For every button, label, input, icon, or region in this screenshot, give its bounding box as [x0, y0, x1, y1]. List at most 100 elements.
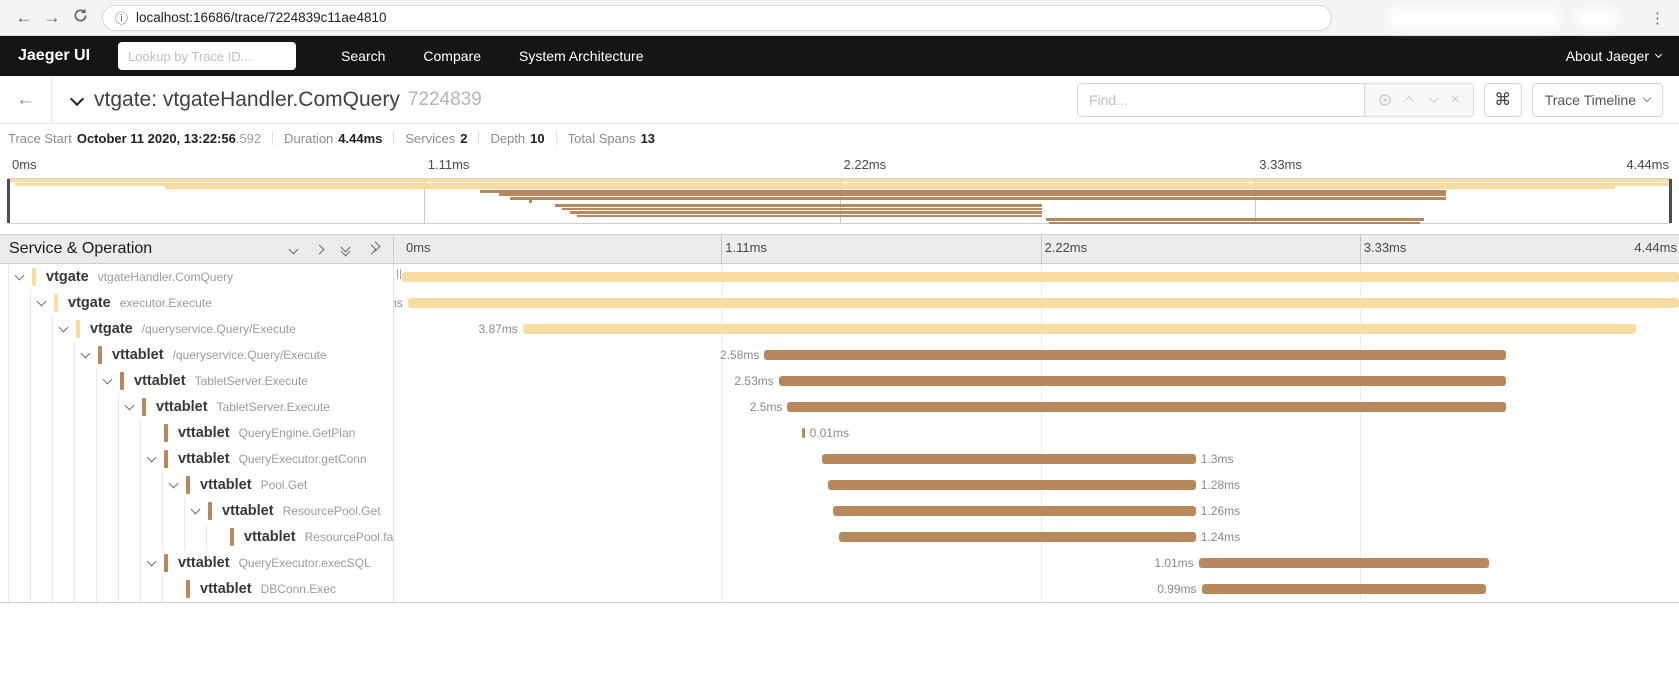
- span-duration-bar[interactable]: [1202, 584, 1487, 594]
- browser-forward-icon[interactable]: →: [38, 8, 66, 28]
- minimap-left-scrubber-handle[interactable]: [7, 179, 10, 223]
- collapse-span-chevron-icon[interactable]: [118, 394, 140, 420]
- span-bar-cell[interactable]: 2.58ms: [394, 342, 1679, 368]
- span-name-cell[interactable]: vttabletDBConn.Exec: [0, 576, 394, 602]
- span-bar-cell[interactable]: 1.01ms: [394, 550, 1679, 576]
- span-duration-bar[interactable]: [408, 298, 1679, 308]
- span-duration-bar[interactable]: [402, 272, 1679, 282]
- collapse-span-chevron-icon[interactable]: [8, 264, 30, 290]
- timeline-tick: 4.44ms: [1634, 240, 1677, 255]
- collapse-span-chevron-icon[interactable]: [74, 342, 96, 368]
- span-rows: vtgatevtgateHandler.ComQueryvtgateexecut…: [0, 264, 1679, 602]
- collapse-span-chevron-icon[interactable]: [30, 290, 52, 316]
- span-name-cell[interactable]: vtgateexecutor.Execute: [0, 290, 394, 316]
- span-name-cell[interactable]: vtgatevtgateHandler.ComQuery: [0, 264, 394, 290]
- expand-one-icon[interactable]: [316, 246, 323, 253]
- span-name-cell[interactable]: vttabletQueryExecutor.getConn: [0, 446, 394, 472]
- span-service-name: vttablet: [200, 581, 252, 597]
- collapse-span-chevron-icon[interactable]: [140, 550, 162, 576]
- url-bar[interactable]: ⓘ localhost:16686/trace/7224839c11ae4810: [102, 5, 1332, 31]
- span-bar-cell[interactable]: 2.5ms: [394, 394, 1679, 420]
- collapse-span-chevron-icon[interactable]: [52, 316, 74, 342]
- url-text[interactable]: localhost:16686/trace/7224839c11ae4810: [136, 10, 386, 25]
- indent-guide: [30, 394, 52, 420]
- browser-menu-icon[interactable]: ⋮: [1650, 9, 1665, 27]
- span-bar-cell[interactable]: 2.53ms: [394, 368, 1679, 394]
- indent-guide: [140, 472, 162, 498]
- span-bar-cell[interactable]: 0.01ms: [394, 420, 1679, 446]
- span-operation-name: TabletServer.Execute: [217, 400, 330, 414]
- span-row: vttablet/queryservice.Query/Execute2.58m…: [0, 342, 1679, 368]
- span-name-cell[interactable]: vttablet TabletServer.Execute: [0, 394, 394, 420]
- ruler-tick: 1.11ms: [424, 157, 470, 175]
- find-next-icon[interactable]: [1429, 93, 1439, 103]
- find-prev-icon[interactable]: [1404, 96, 1414, 106]
- span-bar-cell[interactable]: 0.99ms: [394, 576, 1679, 602]
- span-name-cell[interactable]: vttabletPool.Get: [0, 472, 394, 498]
- column-resizer-grip[interactable]: [397, 269, 401, 279]
- span-duration-label: 3.87ms: [478, 316, 522, 342]
- span-duration-bar[interactable]: [523, 324, 1636, 334]
- span-name-cell[interactable]: vttablet/queryservice.Query/Execute: [0, 342, 394, 368]
- span-bar-cell[interactable]: 3.87ms: [394, 316, 1679, 342]
- collapse-all-icon[interactable]: [342, 244, 349, 255]
- indent-guide: [52, 524, 74, 550]
- span-duration-bar[interactable]: [833, 506, 1195, 516]
- keyboard-shortcuts-button[interactable]: ⌘: [1484, 83, 1522, 117]
- span-bar-cell[interactable]: 1.24ms: [394, 524, 1679, 550]
- timeline-tick: 3.33ms: [1360, 240, 1407, 255]
- span-duration-bar[interactable]: [828, 480, 1196, 490]
- span-name-cell[interactable]: vttabletQueryEngine.GetPlan: [0, 420, 394, 446]
- collapse-span-chevron-icon[interactable]: [96, 368, 118, 394]
- find-clear-icon[interactable]: ×: [1451, 91, 1460, 108]
- view-mode-dropdown[interactable]: Trace Timeline: [1532, 83, 1663, 117]
- collapse-trace-chevron-icon[interactable]: [72, 91, 82, 109]
- summary-duration: Duration 4.44ms: [284, 131, 382, 146]
- span-duration-bar[interactable]: [822, 454, 1196, 464]
- content-end-divider: [0, 602, 1679, 603]
- minimap-right-scrubber-handle[interactable]: [1669, 179, 1672, 223]
- nav-item-compare[interactable]: Compare: [404, 48, 500, 64]
- spacer: [0, 224, 1679, 234]
- browser-back-icon[interactable]: ←: [10, 8, 38, 28]
- jaeger-logo[interactable]: Jaeger UI: [18, 47, 90, 65]
- nav-item-search[interactable]: Search: [322, 48, 404, 64]
- span-color-bar: [164, 554, 168, 572]
- span-bar-cell[interactable]: 1.3ms: [394, 446, 1679, 472]
- span-duration-bar[interactable]: [1199, 558, 1489, 568]
- browser-refresh-icon[interactable]: [66, 8, 94, 28]
- focus-target-icon[interactable]: [1378, 93, 1392, 107]
- about-jaeger-menu[interactable]: About Jaeger: [1566, 48, 1661, 64]
- span-service-name: vttablet: [222, 503, 274, 519]
- tree-controls: [290, 244, 379, 255]
- span-name-cell[interactable]: vttabletTabletServer.Execute: [0, 368, 394, 394]
- collapse-span-chevron-icon[interactable]: [162, 472, 184, 498]
- indent-guide: [30, 498, 52, 524]
- span-bar-cell[interactable]: 1.26ms: [394, 498, 1679, 524]
- back-button[interactable]: ←: [0, 76, 52, 123]
- collapse-span-chevron-icon[interactable]: [184, 498, 206, 524]
- span-name-cell[interactable]: vtgate/queryservice.Query/Execute: [0, 316, 394, 342]
- span-bar-cell[interactable]: 1.28ms: [394, 472, 1679, 498]
- span-duration-bar[interactable]: [779, 376, 1507, 386]
- trace-id-lookup-input[interactable]: [118, 42, 296, 70]
- expand-all-icon[interactable]: [368, 246, 379, 253]
- indent-guide: [118, 446, 140, 472]
- trace-minimap[interactable]: [8, 178, 1671, 224]
- nav-item-system-architecture[interactable]: System Architecture: [500, 48, 663, 64]
- summary-total-spans: Total Spans 13: [568, 131, 655, 146]
- site-info-icon[interactable]: ⓘ: [115, 8, 128, 27]
- find-input[interactable]: [1077, 83, 1365, 117]
- span-service-name: vttablet: [156, 399, 208, 415]
- collapse-span-chevron-icon[interactable]: [140, 446, 162, 472]
- span-duration-bar[interactable]: [764, 350, 1506, 360]
- span-name-cell[interactable]: vttabletResourcePool.factory: [0, 524, 394, 550]
- span-duration-bar[interactable]: [787, 402, 1506, 412]
- span-bar-cell[interactable]: 4.42ms: [394, 290, 1679, 316]
- span-bar-cell[interactable]: [394, 264, 1679, 290]
- span-duration-bar[interactable]: [839, 532, 1196, 542]
- span-name-cell[interactable]: vttabletResourcePool.Get: [0, 498, 394, 524]
- indent-guide: [74, 472, 96, 498]
- collapse-one-icon[interactable]: [290, 246, 297, 253]
- span-name-cell[interactable]: vttabletQueryExecutor.execSQL: [0, 550, 394, 576]
